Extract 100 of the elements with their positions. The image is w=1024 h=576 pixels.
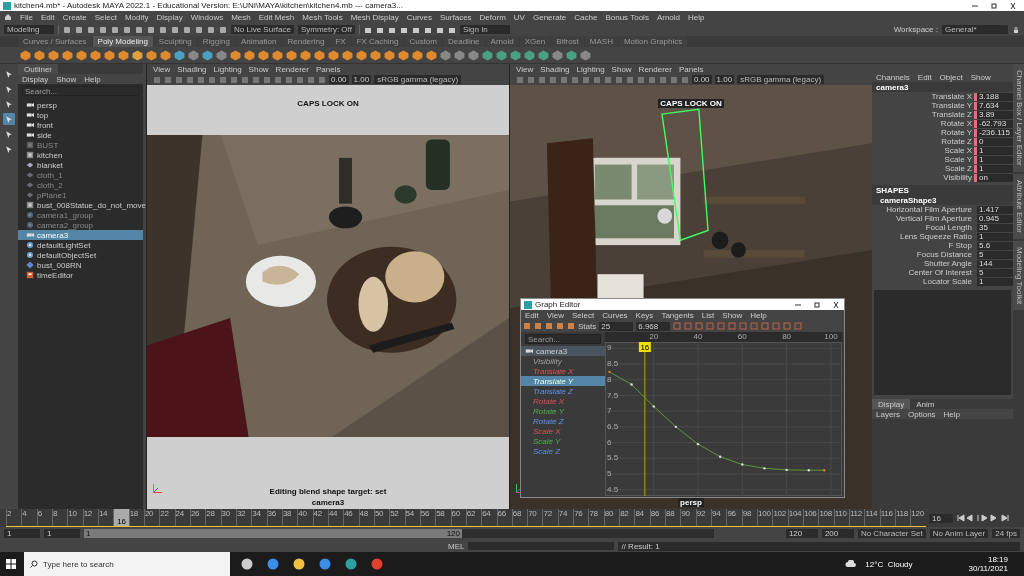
tool-icon[interactable] (496, 49, 507, 61)
menu-item[interactable]: Edit (525, 310, 539, 320)
shelf-tab[interactable]: Rigging (197, 36, 235, 47)
keyframe-point[interactable] (719, 455, 722, 458)
menu-item[interactable]: Help (750, 310, 767, 320)
channel-value-field[interactable]: 1 (977, 155, 1013, 164)
tool-icon[interactable] (174, 49, 185, 61)
channel-value-field[interactable]: 0 (977, 137, 1013, 146)
tool-icon[interactable] (580, 49, 591, 61)
curve-channel-item[interactable]: Rotate Z (521, 416, 605, 426)
channel-name[interactable]: Lens Squeeze Ratio (872, 232, 974, 241)
tool-icon[interactable] (314, 49, 325, 61)
tool-icon[interactable] (482, 49, 493, 61)
tool-button[interactable] (3, 83, 15, 95)
taskbar-app-icon[interactable] (241, 558, 253, 570)
side-tab[interactable]: Attribute Editor (1013, 173, 1024, 239)
menu-item[interactable]: Edit (917, 72, 932, 82)
keyframe-point[interactable] (696, 442, 700, 446)
menu-item[interactable]: Renderer (275, 64, 309, 74)
channel-name[interactable]: Rotate X (872, 119, 974, 128)
channel-name[interactable]: Horizontal Film Aperture (872, 205, 974, 214)
taskbar-search-field[interactable]: Type here to search (24, 552, 230, 576)
tool-icon[interactable] (440, 49, 451, 61)
menu-item[interactable]: Lighting (576, 64, 605, 74)
shelf-tab[interactable]: Motion Graphics (618, 36, 688, 47)
tool-icon[interactable] (258, 49, 269, 61)
channel-name[interactable]: Shutter Angle (872, 259, 974, 268)
tool-icon[interactable] (468, 49, 479, 61)
shelf-tab[interactable]: MASH (584, 36, 618, 47)
channel-value-field[interactable]: 144 (977, 259, 1013, 268)
menu-set-dropdown[interactable]: Modeling (4, 25, 54, 34)
tool-icon[interactable] (118, 49, 129, 61)
command-language-label[interactable]: MEL (448, 541, 465, 551)
menu-item[interactable]: Panels (315, 64, 341, 74)
menu-item[interactable]: Help (943, 409, 961, 419)
clock-time[interactable]: 18:19 (987, 555, 1008, 564)
menu-item[interactable]: Cache (574, 12, 598, 22)
menu-item[interactable]: Mesh Tools (302, 12, 343, 22)
keyframe-point[interactable] (652, 405, 655, 408)
taskbar-app-icon[interactable] (345, 558, 357, 570)
shelf-tab[interactable]: Curves / Surfaces (18, 36, 92, 47)
sign-in-dropdown[interactable]: Sign In (459, 25, 510, 34)
shelf-tab[interactable]: Arnold (485, 36, 519, 47)
curve-channel-item[interactable]: Scale Y (521, 436, 605, 446)
tool-icon[interactable] (286, 49, 297, 61)
menu-item[interactable]: Shading (177, 64, 207, 74)
channel-value-field[interactable]: 5 (977, 250, 1013, 259)
menu-item[interactable]: Panels (678, 64, 704, 74)
menu-item[interactable]: Show (722, 310, 743, 320)
clock-date[interactable]: 30/11/2021 (968, 564, 1008, 573)
tool-icon[interactable] (104, 49, 115, 61)
tool-icon[interactable] (76, 49, 87, 61)
shelf-tab[interactable]: Rendering (282, 36, 330, 47)
menu-item[interactable]: Windows (190, 12, 224, 22)
color-space-dropdown[interactable]: sRGB gamma (legacy) (737, 75, 825, 84)
tool-icon[interactable] (216, 49, 227, 61)
menu-item[interactable]: Modify (124, 12, 149, 22)
color-space-dropdown[interactable]: sRGB gamma (legacy) (374, 75, 462, 84)
menu-item[interactable]: Edit Mesh (258, 12, 295, 22)
tool-icon[interactable] (566, 49, 577, 61)
keyframe-point[interactable] (823, 469, 826, 472)
keyframe-point[interactable] (785, 468, 788, 472)
curve-channel-item[interactable]: Translate Y (521, 376, 605, 386)
channel-value-field[interactable]: 3.89 (977, 110, 1013, 119)
tool-icon[interactable] (202, 49, 213, 61)
tool-icon[interactable] (370, 49, 381, 61)
lock-icon[interactable] (1012, 25, 1020, 34)
tool-icon[interactable] (426, 49, 437, 61)
keyframe-point[interactable] (630, 383, 633, 386)
channel-value-field[interactable]: 1.417 (977, 205, 1013, 214)
outliner-item[interactable]: cloth_1 (18, 170, 143, 180)
menu-item[interactable]: List (701, 310, 715, 320)
keyframe-point[interactable] (763, 467, 766, 470)
value-field[interactable]: 6.968 (636, 321, 671, 331)
tool-icon[interactable] (272, 49, 283, 61)
curve-channel-item[interactable]: Scale Z (521, 446, 605, 456)
tool-icon[interactable] (398, 49, 409, 61)
channel-value-field[interactable]: 35 (977, 223, 1013, 232)
menu-item[interactable]: Help (84, 74, 101, 84)
menu-item[interactable]: Show (611, 64, 632, 74)
outliner-item[interactable]: cloth_2 (18, 180, 143, 190)
outliner-item[interactable]: side (18, 130, 143, 140)
menu-item[interactable]: Deform (479, 12, 506, 22)
start-frame-field[interactable]: 1 (4, 529, 40, 538)
channel-name[interactable]: Scale Y (872, 155, 974, 164)
live-surface-field[interactable]: No Live Surface (231, 25, 294, 34)
outliner-item[interactable]: BUST (18, 140, 143, 150)
tool-icon[interactable] (454, 49, 465, 61)
tool-icon[interactable] (160, 49, 171, 61)
range-slider[interactable]: 1 120 (84, 529, 462, 538)
outliner-item[interactable]: defaultObjectSet (18, 250, 143, 260)
side-tab[interactable]: Modeling Toolkit (1013, 240, 1024, 310)
outliner-item[interactable]: bust_008RN (18, 260, 143, 270)
channel-value-field[interactable]: 1 (977, 232, 1013, 241)
layer-editor-tab[interactable]: Display (872, 399, 911, 409)
menu-item[interactable]: Tangents (661, 310, 694, 320)
outliner-item[interactable]: kitchen (18, 150, 143, 160)
menu-item[interactable]: View (516, 64, 534, 74)
exposure-field[interactable]: 0.00 (329, 75, 349, 84)
channel-value-field[interactable]: 0.945 (977, 214, 1013, 223)
